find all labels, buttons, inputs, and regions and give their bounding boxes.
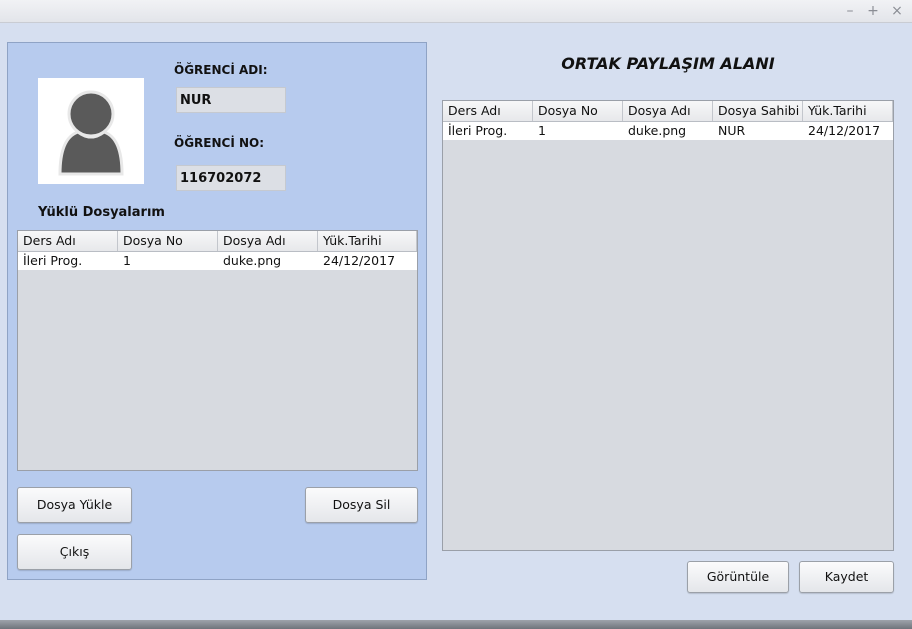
table-cell: 24/12/2017 [808,123,881,138]
table-row[interactable]: İleri Prog. 1 duke.png NUR 24/12/2017 [443,122,893,140]
window-titlebar: – + × [0,0,912,23]
table-cell: İleri Prog. [23,253,83,268]
close-icon[interactable]: × [889,3,905,19]
my-files-table: Ders Adı Dosya No Dosya Adı Yük.Tarihi İ… [17,230,418,471]
my-files-title: Yüklü Dosyalarım [38,205,165,220]
table-header: Ders Adı Dosya No Dosya Adı Yük.Tarihi [18,231,417,252]
exit-button[interactable]: Çıkış [17,534,132,570]
column-header[interactable]: Ders Adı [443,101,533,121]
table-cell: İleri Prog. [448,123,508,138]
column-header[interactable]: Yük.Tarihi [803,101,893,121]
table-cell: 1 [123,253,131,268]
table-cell: duke.png [223,253,282,268]
student-no-label: ÖĞRENCİ NO: [174,136,265,150]
save-button[interactable]: Kaydet [799,561,894,593]
column-header[interactable]: Ders Adı [18,231,118,251]
table-cell: duke.png [628,123,687,138]
student-name-value: NUR [176,87,286,113]
column-header[interactable]: Dosya No [118,231,218,251]
table-cell: 1 [538,123,546,138]
column-header[interactable]: Dosya No [533,101,623,121]
user-avatar-icon [38,78,144,184]
delete-file-button[interactable]: Dosya Sil [305,487,418,523]
column-header[interactable]: Dosya Sahibi [713,101,803,121]
table-row[interactable]: İleri Prog. 1 duke.png 24/12/2017 [18,252,417,270]
shared-area-title: ORTAK PAYLAŞIM ALANI [561,54,775,73]
column-header[interactable]: Yük.Tarihi [318,231,417,251]
upload-file-button[interactable]: Dosya Yükle [17,487,132,523]
column-header[interactable]: Dosya Adı [218,231,318,251]
column-header[interactable]: Dosya Adı [623,101,713,121]
view-button[interactable]: Görüntüle [687,561,789,593]
table-cell: NUR [718,123,746,138]
window-bottom-edge [0,620,912,629]
table-cell: 24/12/2017 [323,253,396,268]
table-header: Ders Adı Dosya No Dosya Adı Dosya Sahibi… [443,101,893,122]
maximize-icon[interactable]: + [865,3,881,19]
student-name-label: ÖĞRENCİ ADI: [174,63,268,77]
minimize-icon[interactable]: – [842,3,858,19]
shared-files-table: Ders Adı Dosya No Dosya Adı Dosya Sahibi… [442,100,894,551]
student-no-value: 116702072 [176,165,286,191]
